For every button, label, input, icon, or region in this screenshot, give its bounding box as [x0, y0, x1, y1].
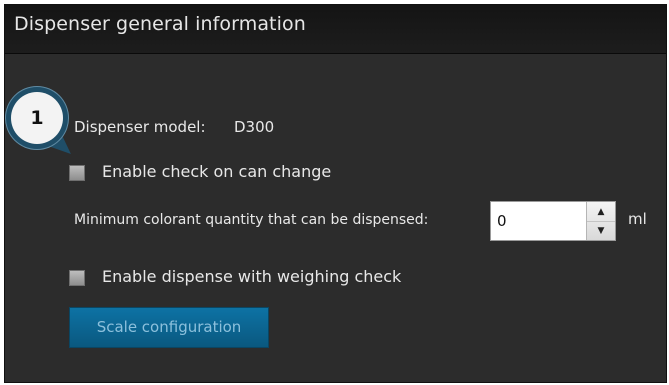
- check-on-can-change-label: Enable check on can change: [102, 162, 332, 181]
- dispenser-model-label: Dispenser model:: [74, 118, 206, 136]
- min-colorant-quantity-input[interactable]: 0 ▲ ▼: [490, 201, 616, 241]
- panel-header: Dispenser general information: [5, 5, 666, 54]
- callout-badge: 1: [6, 87, 68, 149]
- dispenser-model-value: D300: [234, 118, 275, 136]
- weighing-check-checkbox[interactable]: [69, 270, 85, 286]
- spinner-up-icon[interactable]: ▲: [587, 202, 615, 222]
- panel-title: Dispenser general information: [14, 13, 306, 35]
- scale-configuration-button[interactable]: Scale configuration: [69, 307, 269, 348]
- callout-inner: 1: [11, 92, 63, 144]
- min-colorant-quantity-value[interactable]: 0: [497, 202, 507, 240]
- spinner-down-icon[interactable]: ▼: [587, 221, 615, 240]
- weighing-check-label: Enable dispense with weighing check: [102, 267, 402, 286]
- unit-label: ml: [628, 210, 647, 228]
- quantity-spinner[interactable]: ▲ ▼: [586, 202, 615, 240]
- dispenser-info-panel: Dispenser general information Dispenser …: [4, 4, 667, 383]
- min-colorant-quantity-label: Minimum colorant quantity that can be di…: [74, 212, 429, 228]
- check-on-can-change-checkbox[interactable]: [69, 165, 85, 181]
- callout-number: 1: [30, 107, 44, 129]
